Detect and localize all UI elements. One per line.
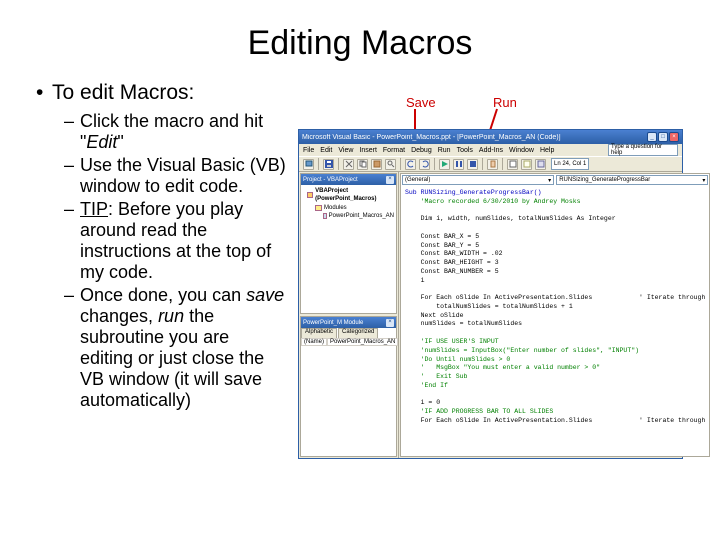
object-dropdown[interactable]: (General)▾ <box>402 175 554 185</box>
redo-icon[interactable] <box>419 159 430 170</box>
design-icon[interactable] <box>487 159 498 170</box>
procedure-dropdown[interactable]: RUNSizing_GenerateProgressBar▾ <box>556 175 708 185</box>
find-icon[interactable] <box>385 159 396 170</box>
menu-file[interactable]: File <box>303 147 314 154</box>
reset-icon[interactable] <box>467 159 478 170</box>
object-browser-icon[interactable] <box>535 159 546 170</box>
menu-debug[interactable]: Debug <box>411 147 432 154</box>
menu-insert[interactable]: Insert <box>359 147 377 154</box>
callout-run-label: Run <box>493 95 517 110</box>
close-pane-icon[interactable]: × <box>386 319 394 327</box>
tab-alphabetic[interactable]: Alphabetic <box>301 328 337 338</box>
minimize-button[interactable]: _ <box>647 132 657 142</box>
help-question-box[interactable]: Type a question for help <box>608 144 678 156</box>
menu-help[interactable]: Help <box>540 147 554 154</box>
maximize-button[interactable]: □ <box>658 132 668 142</box>
bullet-sub-3: – TIP: Before you play around read the i… <box>64 199 286 283</box>
menu-run[interactable]: Run <box>438 147 451 154</box>
run-icon[interactable] <box>439 159 450 170</box>
prop-name-value[interactable]: PowerPoint_Macros_AN <box>327 338 398 346</box>
tab-categorized[interactable]: Categorized <box>338 328 378 338</box>
bullet-sub-2: – Use the Visual Basic (VB) window to ed… <box>64 155 286 197</box>
project-explorer-icon[interactable] <box>507 159 518 170</box>
paste-icon[interactable] <box>371 159 382 170</box>
prop-name-label: (Name) <box>301 338 327 346</box>
view-icon[interactable] <box>303 159 314 170</box>
close-button[interactable]: × <box>669 132 679 142</box>
line-col-indicator: Ln 24, Col 1 <box>551 158 589 170</box>
vb-toolbar: Ln 24, Col 1 <box>299 156 682 172</box>
cut-icon[interactable] <box>343 159 354 170</box>
project-root[interactable]: VBAProject (PowerPoint_Macros) <box>307 187 394 204</box>
vb-window-title: Microsoft Visual Basic - PowerPoint_Macr… <box>302 134 561 141</box>
module-item[interactable]: PowerPoint_Macros_AN <box>323 212 394 220</box>
vb-titlebar: Microsoft Visual Basic - PowerPoint_Macr… <box>299 130 682 144</box>
bullet-main: • To edit Macros: <box>36 81 286 105</box>
vb-editor-window: Microsoft Visual Basic - PowerPoint_Macr… <box>298 129 683 459</box>
vb-menubar: File Edit View Insert Format Debug Run T… <box>299 144 682 156</box>
break-icon[interactable] <box>453 159 464 170</box>
code-editor[interactable]: Sub RUNSizing_GenerateProgressBar() 'Mac… <box>401 186 709 456</box>
callout-save-label: Save <box>406 95 436 110</box>
properties-pane: PowerPoint_M Module× Alphabetic Categori… <box>300 316 397 457</box>
menu-tools[interactable]: Tools <box>457 147 473 154</box>
menu-view[interactable]: View <box>338 147 353 154</box>
save-icon[interactable] <box>323 159 334 170</box>
code-pane: (General)▾ RUNSizing_GenerateProgressBar… <box>400 173 710 457</box>
slide-title: Editing Macros <box>36 24 684 63</box>
menu-window[interactable]: Window <box>509 147 534 154</box>
project-explorer-pane: Project - VBAProject× VBAProject (PowerP… <box>300 173 397 314</box>
modules-folder[interactable]: Modules <box>315 204 394 212</box>
close-pane-icon[interactable]: × <box>386 176 394 184</box>
menu-addins[interactable]: Add-Ins <box>479 147 503 154</box>
bullet-sub-1: – Click the macro and hit "Edit" <box>64 111 286 153</box>
menu-format[interactable]: Format <box>383 147 405 154</box>
bullet-sub-4: – Once done, you can save changes, run t… <box>64 285 286 411</box>
properties-icon[interactable] <box>521 159 532 170</box>
bullet-column: • To edit Macros: – Click the macro and … <box>36 81 286 413</box>
undo-icon[interactable] <box>405 159 416 170</box>
menu-edit[interactable]: Edit <box>320 147 332 154</box>
copy-icon[interactable] <box>357 159 368 170</box>
